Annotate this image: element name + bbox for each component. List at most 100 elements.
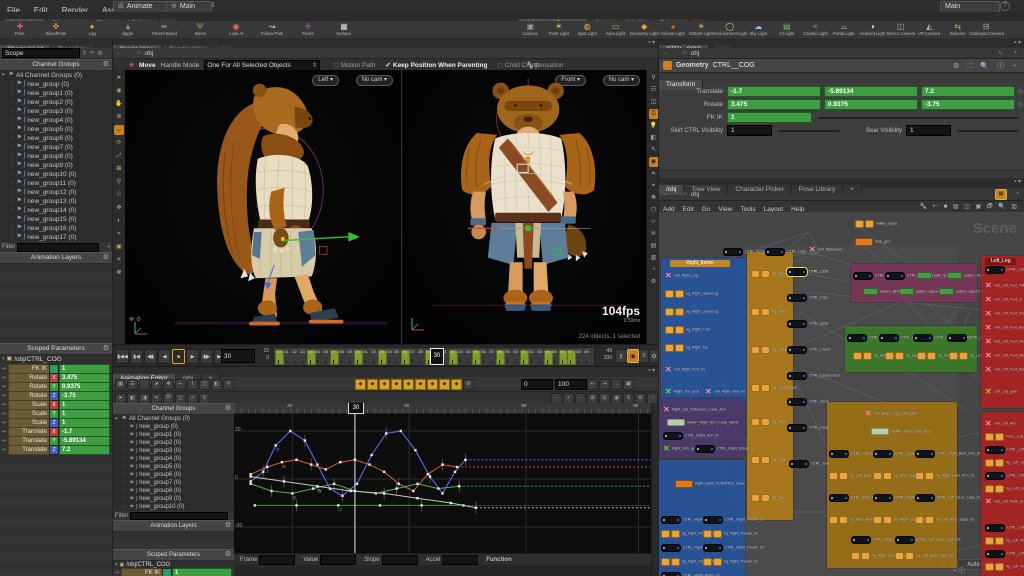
channel-group-item-6[interactable]: ├ ⚑ ʃ new_group6 (0) bbox=[0, 134, 112, 143]
expand-icon[interactable]: ▾ bbox=[2, 71, 5, 80]
network-group-bear-cape[interactable]: ✕ null_Bear_Cape_bind_start SWAP_Bear_Cape… bbox=[827, 402, 981, 568]
network-node-null_Left_Foot_Mid[interactable]: ✕ null_Left_Foot_Mid bbox=[985, 351, 1024, 359]
network-node-CTRL_Chest[interactable]: CTRL_Chest bbox=[787, 345, 838, 354]
keyframe-point[interactable] bbox=[316, 485, 319, 488]
keyframe-point[interactable] bbox=[399, 429, 402, 433]
shelf-tool-geometry-light[interactable]: ◆ Geometry Light bbox=[630, 21, 659, 38]
network-node-rig_Left_Index_01[interactable]: rig_Left_Index_01 bbox=[985, 536, 1024, 545]
display-option-icon-10[interactable]: ✥ bbox=[649, 193, 659, 203]
ae-view-icon-1[interactable]: • bbox=[563, 392, 574, 404]
viewport-tool-icon-11[interactable]: ◐ bbox=[114, 216, 124, 226]
display-option-icon-17[interactable]: ⚙ bbox=[649, 277, 659, 287]
display-option-icon-9[interactable]: ⌖ bbox=[649, 181, 659, 191]
keyframe-point[interactable] bbox=[397, 482, 400, 485]
prev-key-button[interactable]: ▮◀ bbox=[130, 349, 143, 364]
keyframe-preset-2[interactable]: ◆ bbox=[379, 378, 390, 390]
network-node-null_Right_Leg[interactable]: ✕ null_Right_Leg bbox=[665, 271, 707, 279]
keyframe-point[interactable] bbox=[441, 492, 444, 495]
network-node-rig_Right_Toe[interactable]: rig_Right_Toe bbox=[665, 343, 717, 352]
footer-field-value[interactable] bbox=[320, 555, 357, 565]
shelf-tool-surface[interactable]: ▦ Surface bbox=[326, 21, 362, 38]
viewport-tool-icon-4[interactable]: ↔ bbox=[114, 125, 124, 135]
net-tab-plus[interactable]: + bbox=[843, 185, 863, 195]
network-node-null_Left_Foot_Ankle[interactable]: ✕null_Left_Foot_Ankle bbox=[985, 365, 1024, 373]
network-group-Left_Leg[interactable]: Left_LegCTRL_Left_Leg✕null_Left_Foot_Twi… bbox=[981, 256, 1024, 408]
display-option-icon-14[interactable]: ▤ bbox=[649, 241, 659, 251]
node-name-field[interactable]: CTRL__COG bbox=[713, 62, 755, 69]
viewport-layout-icons[interactable]: ▚ ⊞ bbox=[528, 62, 539, 69]
param-value-field[interactable]: 3.475 bbox=[727, 99, 821, 110]
channel-group-item-11[interactable]: ├ ⚑ ʃ new_group11 (0) bbox=[0, 179, 112, 188]
ae-filter-input[interactable] bbox=[130, 511, 228, 520]
network-node-Left_Leg_goal[interactable]: ✕ Left_Leg_goal bbox=[985, 387, 1024, 395]
keyframe-point[interactable] bbox=[309, 463, 313, 466]
network-group-spine-paths[interactable]: CTRL_Belly_INCTRL_Chest_INpath_Spinepath… bbox=[851, 264, 996, 302]
keyframe-point[interactable] bbox=[474, 506, 478, 509]
selector-arrows-icon[interactable]: ⇕ bbox=[210, 1, 216, 9]
network-node-CTRL_Legs[interactable]: CTRL_Legs bbox=[765, 247, 814, 256]
network-node-SWAP_Right_Arm_Local_World[interactable]: SWAP_Right_Arm_Local_World bbox=[667, 419, 758, 426]
network-node-Right_Toe_goal[interactable]: ✕ Right_Toe_goal bbox=[665, 387, 708, 395]
keyframe-point[interactable] bbox=[370, 453, 373, 457]
shelf-tool-point-light[interactable]: ☀ Point Light bbox=[545, 21, 574, 38]
network-node-rig_Left_Index_02[interactable]: rig_Left_Index_02 bbox=[985, 562, 1024, 571]
channel-group-item-9[interactable]: ├ ⚑ ʃ new_group9 (0) bbox=[0, 161, 112, 170]
param-value-field[interactable]: -5.89134 bbox=[823, 86, 918, 97]
current-frame-field[interactable]: 30 bbox=[221, 349, 255, 363]
gear-icon[interactable]: ⚙ bbox=[225, 550, 231, 560]
back-icon[interactable]: ← bbox=[663, 50, 669, 56]
network-node-CTRL_Right_Thumb_01[interactable]: CTRL_Right_Thumb_01 bbox=[703, 515, 779, 524]
network-path[interactable]: obj bbox=[691, 191, 700, 198]
channel-group-item-2[interactable]: ├ ⚑ ʃ new_group2 (0) bbox=[0, 98, 112, 107]
network-node-CTRL_Neck[interactable]: CTRL_Neck bbox=[787, 397, 836, 406]
scoped-param-9[interactable]: ↦ Translate Z 7.2 bbox=[0, 444, 112, 455]
keyframe-point[interactable] bbox=[282, 480, 286, 483]
shelf-tool-environment-light[interactable]: ◯ Environment Light bbox=[713, 21, 747, 38]
network-node-null_Left_Hand_draw[interactable]: ✕null_Left_Hand_draw bbox=[985, 497, 1024, 505]
network-node-rig_Right_Bear_Arm_01[interactable]: rig_Right_Bear_Arm_01 bbox=[915, 471, 990, 480]
keyframe-clock-icon[interactable]: ◷ bbox=[1018, 88, 1023, 95]
range-end-fields[interactable]: 49 100 bbox=[596, 348, 612, 362]
ae-view-icon-8[interactable]: ◔ bbox=[647, 392, 658, 404]
keyframe-point[interactable] bbox=[412, 489, 415, 493]
filter-menu-icon[interactable]: ▾ bbox=[107, 244, 110, 250]
keyframe-preset-7[interactable]: ◆ bbox=[439, 378, 450, 390]
channel-group-item-5[interactable]: ├ ⚑ ʃ new_group5 (0) bbox=[0, 125, 112, 134]
visibility-groove-bear[interactable] bbox=[957, 129, 1019, 132]
shelf-tool-switcher[interactable]: ⇆ Switcher bbox=[944, 21, 973, 38]
current-frame-indicator[interactable]: 30 bbox=[429, 348, 444, 365]
gear-icon[interactable]: ⚙ bbox=[103, 344, 109, 354]
scope-arrow-icon[interactable]: ↦ bbox=[0, 438, 8, 444]
stop-button[interactable]: ■ bbox=[172, 349, 185, 364]
ae-scoped-param-0[interactable]: ↦ FK IK 1 bbox=[113, 568, 234, 576]
range-start-fields[interactable]: 10 0 bbox=[253, 348, 269, 362]
network-node-null_Left_Foot_Back[interactable]: ✕ null_Left_Foot_Back bbox=[985, 323, 1024, 331]
network-node-CTRL_Belly[interactable]: CTRL_Belly bbox=[787, 319, 836, 328]
network-node-rig_Head[interactable]: rig_Head bbox=[751, 455, 792, 464]
step-forward-button[interactable]: ▮▶ bbox=[200, 349, 213, 364]
network-node-null_Right_Foot_IN[interactable]: ✕ null_Right_Foot_IN bbox=[665, 365, 717, 373]
scope-arrow-icon[interactable]: ↦ bbox=[0, 375, 8, 381]
viewport-left-view[interactable]: Left ▾ No cam ▾ ✾ ⚙ bbox=[125, 70, 401, 344]
shelf-tool-gi-light[interactable]: ▤ GI Light bbox=[773, 21, 802, 38]
keyframe-point[interactable] bbox=[316, 463, 319, 466]
param-path[interactable]: obj bbox=[691, 50, 700, 57]
network-node-CTRL_Left_Leg[interactable]: CTRL_Left_Leg bbox=[985, 265, 1024, 274]
tab-Character-Picker[interactable]: Character Picker bbox=[728, 185, 792, 195]
channel-group-item-8[interactable]: ├ ⚑ ʃ new_group8 (0) bbox=[0, 152, 112, 161]
display-option-icon-12[interactable]: ⊹ bbox=[649, 217, 659, 227]
network-node-rig_Right_Thumb_02[interactable]: rig_Right_Thumb_02 bbox=[703, 557, 771, 566]
network-node-SWAP_Bear_Cape_bind[interactable]: SWAP_Bear_Cape_bind bbox=[871, 428, 946, 435]
ae-edit-icon-5[interactable]: ◻ bbox=[175, 392, 186, 404]
channel-group-item-10[interactable]: ├ ⚑ ʃ new_group10 (0) bbox=[0, 170, 112, 179]
param-header-icons[interactable]: ⚙ ⛶ 🔍 ⓘ ◔ bbox=[953, 61, 1019, 71]
param-value-field[interactable]: 7.2 bbox=[920, 86, 1015, 97]
network-node-CTRL_Right_Arm_IK[interactable]: CTRL_Right_Arm_IK bbox=[663, 431, 732, 440]
ae-nav-icon-0[interactable]: ⇤ bbox=[587, 378, 598, 390]
param-value-field[interactable]: 0.9375 bbox=[823, 99, 918, 110]
keyframe-clock-icon[interactable]: ◷ bbox=[1018, 101, 1023, 108]
channel-group-item-1[interactable]: ├ ⚑ ʃ new_group1 (0) bbox=[0, 89, 112, 98]
scope-arrow-icon[interactable]: ↦ bbox=[0, 420, 8, 426]
keyframe-point[interactable] bbox=[289, 429, 292, 433]
keyframe-point[interactable] bbox=[324, 468, 327, 471]
